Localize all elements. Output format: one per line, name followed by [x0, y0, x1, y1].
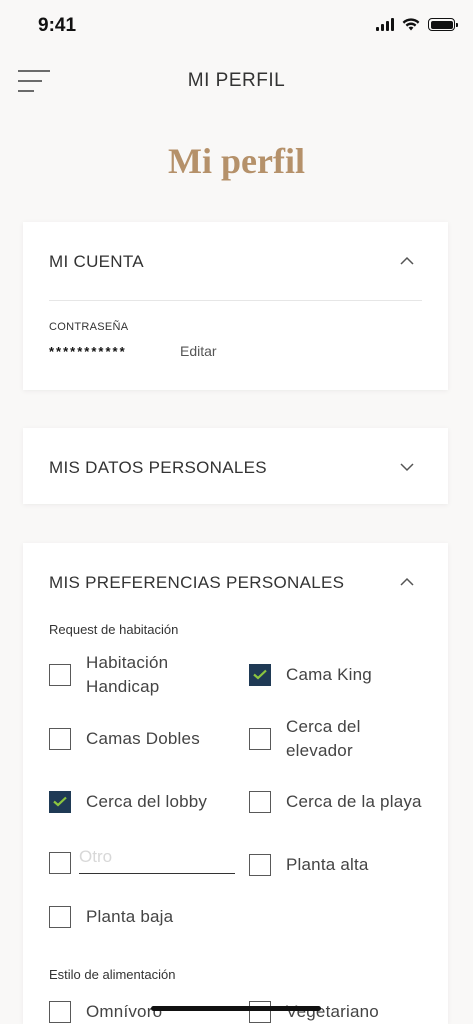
personal-data-card-header[interactable]: MIS DATOS PERSONALES	[23, 428, 448, 504]
room-request-label: Request de habitación	[49, 622, 179, 637]
account-card-header[interactable]: MI CUENTA	[23, 222, 448, 302]
option-planta-baja[interactable]: Planta baja	[49, 905, 239, 929]
status-time: 9:41	[38, 15, 77, 36]
checkbox[interactable]	[249, 1001, 271, 1023]
account-card: MI CUENTA CONTRASEÑA *********** Editar	[23, 222, 448, 390]
option-cerca-del-elevador[interactable]: Cerca del elevador	[249, 715, 414, 763]
preferences-card-title: MIS PREFERENCIAS PERSONALES	[49, 573, 345, 592]
option-planta-alta[interactable]: Planta alta	[249, 853, 439, 877]
checkbox[interactable]	[249, 728, 271, 750]
checkbox[interactable]	[49, 728, 71, 750]
option-label: Habitación Handicap	[86, 653, 169, 696]
nav-title: MI PERFIL	[187, 70, 286, 91]
checkbox[interactable]	[49, 906, 71, 928]
nav-bar: MI PERFIL	[0, 56, 473, 106]
password-value: ***********	[49, 344, 127, 359]
option-label: Cerca del elevador	[286, 717, 361, 760]
check-icon	[253, 669, 267, 680]
checkbox[interactable]	[249, 854, 271, 876]
option-omnivoro[interactable]: Omnívoro	[49, 1000, 239, 1024]
checkbox-checked[interactable]	[249, 664, 271, 686]
option-label: Planta alta	[286, 855, 369, 874]
personal-data-card: MIS DATOS PERSONALES	[23, 428, 448, 504]
option-label: Omnívoro	[86, 1002, 163, 1021]
option-cerca-del-lobby[interactable]: Cerca del lobby	[49, 790, 249, 814]
other-input[interactable]	[79, 840, 235, 874]
option-label: Cerca de la playa	[286, 792, 422, 811]
option-label: Camas Dobles	[86, 729, 200, 748]
option-label: Cerca del lobby	[86, 792, 208, 811]
option-habitacion-handicap[interactable]: Habitación Handicap	[49, 651, 234, 699]
wifi-icon	[402, 18, 420, 31]
option-cama-king[interactable]: Cama King	[249, 663, 439, 687]
chevron-up-icon[interactable]	[400, 575, 414, 589]
option-cerca-de-la-playa[interactable]: Cerca de la playa	[249, 790, 444, 814]
status-icons	[376, 18, 458, 31]
option-label: Planta baja	[86, 907, 174, 926]
divider	[49, 300, 422, 301]
account-card-title: MI CUENTA	[49, 252, 144, 271]
preferences-card: MIS PREFERENCIAS PERSONALES Request de h…	[23, 543, 448, 1024]
edit-password-link[interactable]: Editar	[180, 343, 217, 359]
option-label: Vegetariano	[286, 1002, 379, 1021]
option-vegetariano[interactable]: Vegetariano	[249, 1000, 439, 1024]
checkbox[interactable]	[249, 791, 271, 813]
chevron-up-icon[interactable]	[400, 254, 414, 268]
password-label: CONTRASEÑA	[49, 321, 129, 333]
home-indicator	[151, 1006, 321, 1011]
checkbox[interactable]	[49, 1001, 71, 1023]
option-label: Cama King	[286, 665, 372, 684]
battery-icon	[428, 18, 458, 31]
checkbox-checked[interactable]	[49, 791, 71, 813]
preferences-card-header[interactable]: MIS PREFERENCIAS PERSONALES	[23, 543, 448, 613]
chevron-down-icon[interactable]	[400, 460, 414, 474]
status-bar: 9:41	[0, 0, 473, 52]
check-icon	[53, 796, 67, 807]
page-title: Mi perfil	[168, 141, 305, 181]
cellular-signal-icon	[376, 18, 394, 31]
option-camas-dobles[interactable]: Camas Dobles	[49, 727, 234, 751]
diet-style-label: Estilo de alimentación	[49, 967, 176, 982]
option-otro[interactable]	[49, 852, 71, 874]
checkbox[interactable]	[49, 664, 71, 686]
checkbox[interactable]	[49, 852, 71, 874]
personal-data-card-title: MIS DATOS PERSONALES	[49, 458, 267, 477]
